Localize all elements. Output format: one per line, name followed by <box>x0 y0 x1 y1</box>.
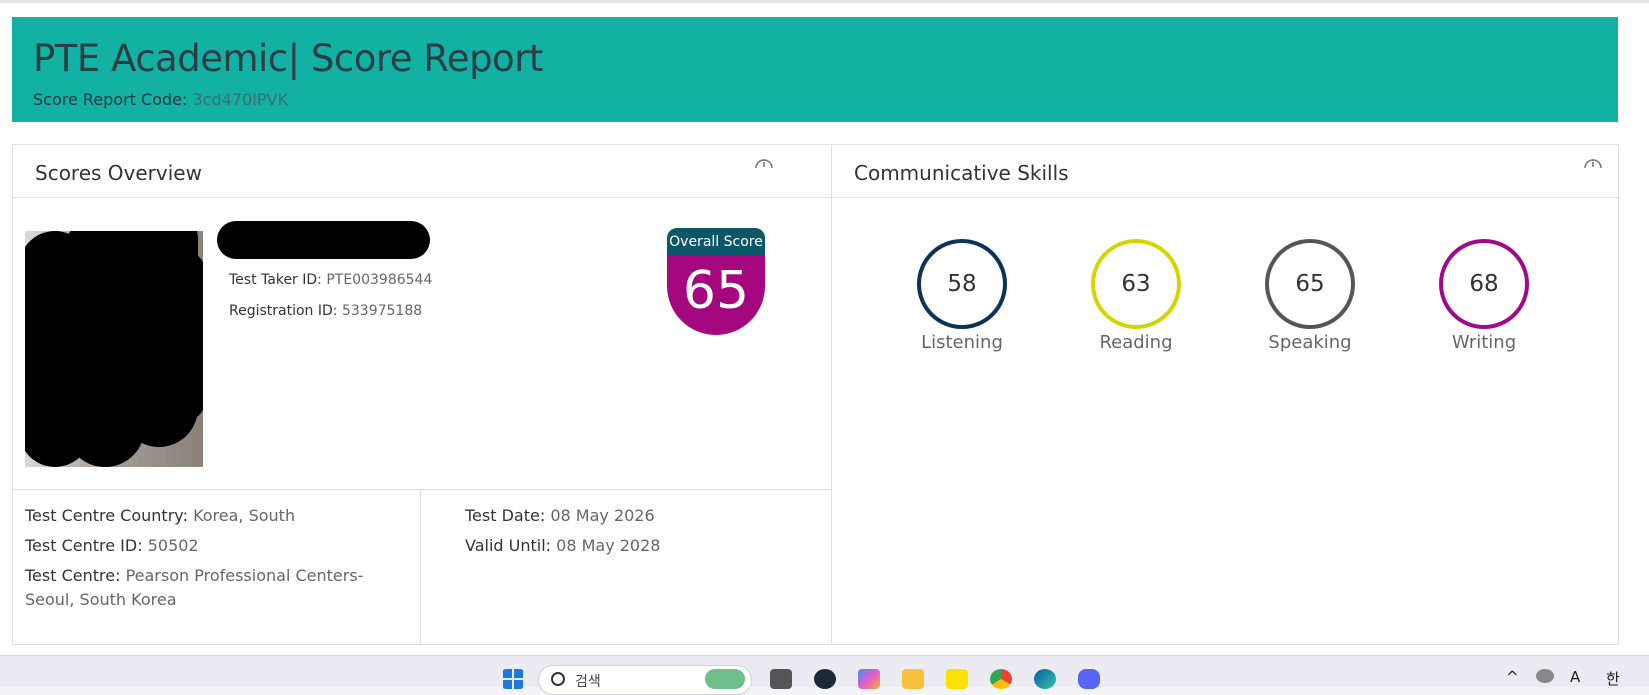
page-title: PTE Academic| Score Report <box>33 37 543 80</box>
speaking-score-ring: 65 <box>1265 239 1355 329</box>
test-centre-country-label: Test Centre Country <box>25 506 183 525</box>
test-centre-id-label: Test Centre ID <box>25 536 138 555</box>
writing-score-ring: 68 <box>1439 239 1529 329</box>
column-divider <box>420 490 421 644</box>
test-centre: Test Centre: Pearson Professional Center… <box>25 566 364 609</box>
communicative-skills-title: Communicative Skills <box>854 161 1069 185</box>
test-centre-label: Test Centre <box>25 566 116 585</box>
task-view-icon[interactable] <box>770 669 792 689</box>
info-icon[interactable] <box>755 157 773 169</box>
score-report-code-value: 3cd470IPVK <box>192 90 288 109</box>
discord-icon[interactable] <box>1078 669 1100 689</box>
test-centre-country-value: Korea, South <box>193 506 296 525</box>
skill-listening: 58 Listening <box>907 239 1017 353</box>
test-date-column: Test Date: 08 May 2026 Valid Until: 08 M… <box>465 504 805 564</box>
test-taker-details: Test Taker ID: PTE003986544 Registration… <box>229 270 432 332</box>
scores-overview-title: Scores Overview <box>35 161 202 185</box>
test-taker-id-value: PTE003986544 <box>326 272 433 288</box>
test-taker-photo <box>25 231 203 467</box>
test-centre-column: Test Centre Country: Korea, South Test C… <box>25 504 405 618</box>
test-centre-id-value: 50502 <box>147 536 199 555</box>
name-redaction <box>217 221 430 259</box>
listening-label: Listening <box>921 332 1003 353</box>
file-explorer-icon[interactable] <box>902 669 924 689</box>
onedrive-icon[interactable] <box>1536 669 1554 683</box>
test-date-label: Test Date <box>465 506 540 525</box>
test-centre-details: Test Centre Country: Korea, South Test C… <box>13 489 831 644</box>
communicative-skills-panel: Communicative Skills 58 Listening 63 Rea… <box>831 144 1619 645</box>
chrome-icon[interactable] <box>990 669 1012 689</box>
kakaotalk-icon[interactable] <box>946 669 968 689</box>
copilot-icon[interactable] <box>858 669 880 689</box>
registration-id-value: 533975188 <box>341 303 423 319</box>
steam-icon[interactable] <box>814 669 836 689</box>
search-icon <box>551 672 565 686</box>
overall-score-label: Overall Score <box>667 228 765 256</box>
valid-until: Valid Until: 08 May 2028 <box>465 536 661 555</box>
scores-overview-panel: Scores Overview Test Taker ID: PTE003986… <box>12 144 832 645</box>
reading-label: Reading <box>1099 332 1173 353</box>
taskbar: 검색 ^ A 한 <box>0 655 1649 695</box>
photo-redaction <box>165 251 203 421</box>
writing-label: Writing <box>1451 332 1517 353</box>
valid-until-value: 08 May 2028 <box>556 536 661 555</box>
speaking-label: Speaking <box>1268 332 1352 353</box>
test-date: Test Date: 08 May 2026 <box>465 506 655 525</box>
report-header: PTE Academic| Score Report Score Report … <box>12 17 1618 122</box>
score-report-page: PTE Academic| Score Report Score Report … <box>0 3 1649 655</box>
test-date-value: 08 May 2026 <box>550 506 655 525</box>
ime-mode-a[interactable]: A <box>1570 668 1580 686</box>
score-report-code: Score Report Code: 3cd470IPVK <box>33 90 288 109</box>
search-input[interactable]: 검색 <box>575 671 601 691</box>
communicative-skills-header: Communicative Skills <box>832 145 1618 198</box>
overall-score-value: 65 <box>667 256 765 335</box>
widgets-icon[interactable] <box>705 669 745 689</box>
edge-icon[interactable] <box>1034 669 1056 689</box>
skill-reading: 63 Reading <box>1081 239 1191 353</box>
registration-id: Registration ID: 533975188 <box>229 303 423 319</box>
score-report-code-label: Score Report Code: <box>33 90 188 109</box>
registration-id-label: Registration ID <box>229 303 333 319</box>
skill-speaking: 65 Speaking <box>1255 239 1365 353</box>
reading-score-ring: 63 <box>1091 239 1181 329</box>
info-icon[interactable] <box>1584 157 1602 169</box>
overall-score-badge: Overall Score 65 <box>667 228 765 335</box>
chevron-up-icon[interactable]: ^ <box>1506 668 1519 686</box>
test-centre-country: Test Centre Country: Korea, South <box>25 506 296 525</box>
test-centre-id: Test Centre ID: 50502 <box>25 536 199 555</box>
skill-writing: 68 Writing <box>1429 239 1539 353</box>
windows-start-icon[interactable] <box>502 669 524 689</box>
valid-until-label: Valid Until <box>465 536 546 555</box>
test-taker-id: Test Taker ID: PTE003986544 <box>229 272 433 288</box>
listening-score-ring: 58 <box>917 239 1007 329</box>
scores-overview-header: Scores Overview <box>13 145 831 198</box>
test-taker-id-label: Test Taker ID <box>229 272 318 288</box>
